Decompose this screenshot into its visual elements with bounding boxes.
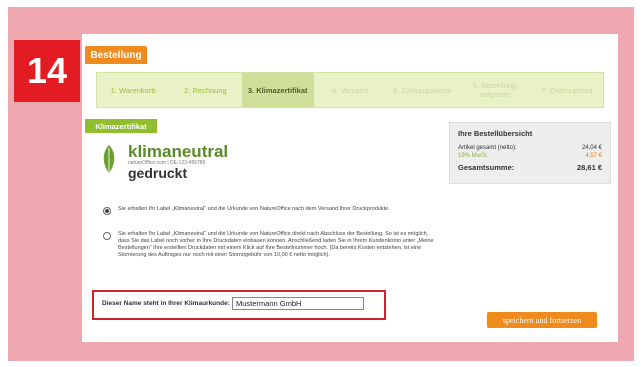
save-and-continue-button[interactable]: speichern und fortsetzen (487, 312, 597, 328)
logo-word-klimaneutral: klimaneutral (128, 142, 229, 161)
step-rechnung[interactable]: 2. Rechnung (169, 86, 241, 95)
step-versand: 4. Versand (332, 85, 368, 95)
summary-articles-value: 24,04 € (581, 145, 602, 151)
summary-articles-row: Artikel gesamt (netto): 24,04 € (458, 145, 602, 151)
summary-total-row: Gesamtsumme: 28,61 € (458, 163, 602, 172)
option-after-shipping-radio[interactable] (103, 207, 111, 215)
step-datenupload: 7. Datenupload (541, 85, 593, 95)
summary-total-label: Gesamtsumme: (458, 163, 515, 172)
summary-total-value: 28,61 € (576, 163, 602, 172)
step-klimazertifikat[interactable]: 3. Klimazertifikat (241, 73, 314, 107)
step-warenkorb[interactable]: 1. Warenkorb (97, 86, 169, 95)
option-immediate-radio[interactable] (103, 232, 111, 240)
step-bestellung-aufgeben: 6. Bestellung aufgeben (472, 81, 517, 99)
summary-articles-label: Artikel gesamt (netto): (458, 145, 517, 151)
certificate-name-input[interactable] (232, 297, 364, 310)
tab-bestellung[interactable]: Bestellung (85, 46, 147, 64)
section-tab-klimazertifikat: Klimazertifikat (85, 119, 157, 133)
leaf-icon (103, 145, 115, 173)
step-zahlungsweise: 5. Zahlungsweise (393, 85, 452, 95)
logo-word-gedruckt: gedruckt (128, 165, 188, 181)
summary-vat-label: 19% MwSt. (458, 153, 489, 159)
checkout-steps: 1. Warenkorb 2. Rechnung 3. Klimazertifi… (96, 72, 604, 108)
summary-vat-row: 19% MwSt. 4,57 € (458, 153, 602, 159)
certificate-name-box: Dieser Name steht in Ihrer Klimaurkunde: (92, 290, 386, 320)
step-badge: 14 (14, 40, 80, 102)
summary-title: Ihre Bestellübersicht (458, 129, 533, 138)
klimaneutral-logo: klimaneutral natureOffice.com | DE-123-4… (100, 142, 240, 182)
option-immediate-text: Sie erhalten Ihr Label „Klimaneutral“ un… (118, 231, 434, 258)
option-after-shipping-text: Sie erhalten Ihr Label „Klimaneutral“ un… (118, 206, 390, 212)
order-summary: Ihre Bestellübersicht Artikel gesamt (ne… (449, 122, 611, 184)
certificate-name-label: Dieser Name steht in Ihrer Klimaurkunde: (102, 300, 230, 307)
summary-vat-value: 4,57 € (585, 153, 602, 159)
